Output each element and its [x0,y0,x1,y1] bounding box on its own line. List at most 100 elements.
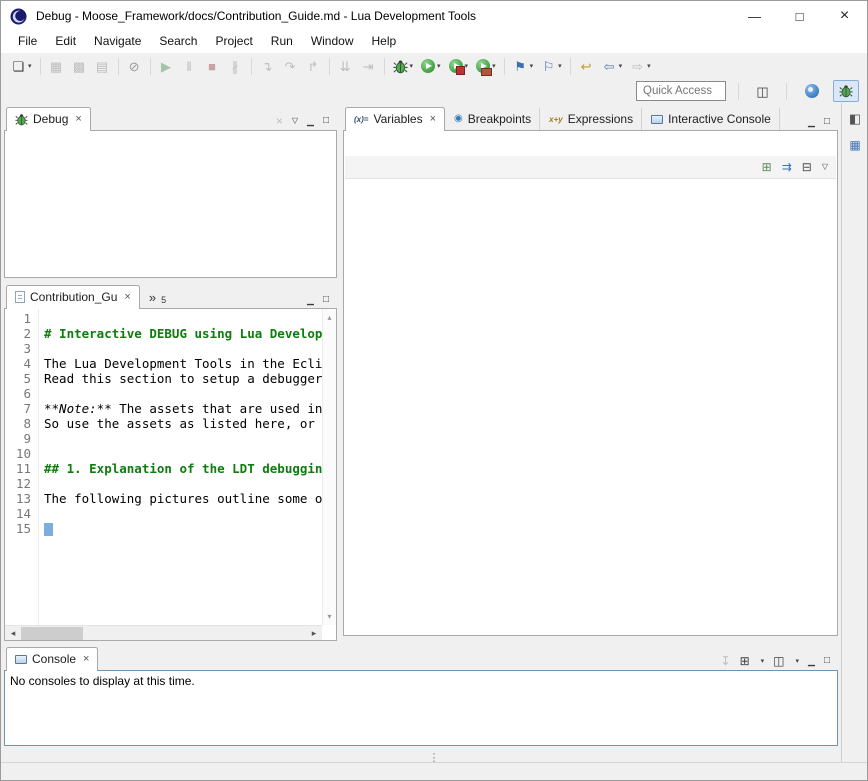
scroll-down-icon[interactable]: ▾ [327,612,331,621]
minimize-icon[interactable]: ▁ [307,296,314,305]
code-line[interactable] [44,506,322,521]
line-number[interactable]: 1 [5,311,38,326]
step-into-button[interactable]: ↴ [257,55,278,77]
tab-contribution-guide[interactable]: Contribution_Gu × [6,285,140,309]
close-icon[interactable]: × [430,113,436,125]
minimize-icon[interactable]: ▁ [808,657,815,666]
code-line[interactable] [44,446,322,461]
horizontal-scrollbar[interactable]: ◂ ▸ [5,625,322,640]
tab-interactive-console[interactable]: Interactive Console [642,107,780,130]
scroll-left-icon[interactable]: ◂ [5,628,21,639]
code-line[interactable]: # Interactive DEBUG using Lua Develop [44,326,322,341]
code-line[interactable] [44,311,322,326]
code-line[interactable] [44,521,322,536]
code-line[interactable]: So use the assets as listed here, or [44,416,322,431]
tab-variables[interactable]: (x)= Variables × [345,107,445,131]
line-number[interactable]: 15 [5,521,38,536]
terminate-button[interactable]: ■ [202,55,223,77]
maximize-icon[interactable]: □ [824,117,830,127]
menu-help[interactable]: Help [363,32,406,52]
scrollbar-thumb[interactable] [21,627,83,640]
window-minimize-button[interactable]: — [732,1,777,31]
resume-button[interactable]: ▶ [156,55,177,77]
disconnect-button[interactable]: ∦ [225,55,246,77]
tab-console[interactable]: Console × [6,647,98,671]
tab-breakpoints[interactable]: ◉ Breakpoints [445,107,540,130]
scroll-up-icon[interactable]: ▴ [327,313,331,322]
minimize-icon[interactable]: ▁ [808,118,815,127]
next-annotation-button[interactable]: ⚑▾ [510,55,537,77]
line-number[interactable]: 14 [5,506,38,521]
line-number[interactable]: 5 [5,371,38,386]
code-line[interactable]: Read this section to setup a debugger [44,371,322,386]
code-line[interactable]: The Lua Development Tools in the Ecli [44,356,322,371]
step-return-button[interactable]: ↱ [303,55,324,77]
previous-annotation-button[interactable]: ⚐▾ [538,55,565,77]
restore-minimized-view-icon[interactable]: ◧ [849,111,861,127]
maximize-icon[interactable]: □ [824,656,830,666]
collapse-all-icon[interactable]: ⊟ [802,161,812,173]
more-editors-chevron[interactable]: »5 [140,285,174,308]
menu-run[interactable]: Run [262,32,302,52]
menu-search[interactable]: Search [150,32,206,52]
print-button[interactable]: ▤ [92,55,113,77]
code-line[interactable]: The following pictures outline some o [44,491,322,506]
line-number[interactable]: 10 [5,446,38,461]
maximize-icon[interactable]: □ [323,116,329,126]
display-selected-console-icon[interactable]: ◫ [773,655,784,667]
dropdown-icon[interactable]: ▾ [437,62,441,70]
vertical-scrollbar[interactable]: ▴ ▾ [322,309,336,625]
close-icon[interactable]: × [83,653,89,665]
maximize-icon[interactable]: □ [323,295,329,305]
code-line[interactable]: ## 1. Explanation of the LDT debuggin [44,461,322,476]
line-number[interactable]: 12 [5,476,38,491]
line-number[interactable]: 9 [5,431,38,446]
step-over-button[interactable]: ↷ [280,55,301,77]
drop-to-frame-button[interactable]: ⇊ [335,55,356,77]
debug-perspective-button[interactable] [833,80,859,102]
menu-navigate[interactable]: Navigate [85,32,150,52]
remove-all-terminated-icon[interactable]: × [276,115,283,127]
pin-console-icon[interactable]: ↧ [721,655,731,667]
menu-file[interactable]: File [9,32,46,52]
close-icon[interactable]: × [75,113,81,125]
forward-button[interactable]: ⇨▾ [627,55,654,77]
run-button[interactable]: ▾ [418,55,444,77]
dropdown-icon[interactable]: ▾ [647,62,651,70]
lua-perspective-button[interactable] [799,80,825,102]
dropdown-icon[interactable]: ▾ [619,62,623,70]
dropdown-icon[interactable]: ▾ [530,62,534,70]
code-line[interactable] [44,386,322,401]
scroll-right-icon[interactable]: ▸ [306,628,322,639]
tab-expressions[interactable]: x+y Expressions [540,107,642,130]
menu-edit[interactable]: Edit [46,32,85,52]
line-number[interactable]: 6 [5,386,38,401]
menu-project[interactable]: Project [206,32,261,52]
open-perspective-button[interactable]: ◫ [752,80,773,102]
code-line[interactable] [44,476,322,491]
line-number[interactable]: 13 [5,491,38,506]
line-number[interactable]: 7 [5,401,38,416]
line-number[interactable]: 8 [5,416,38,431]
suspend-button[interactable]: ‖ [179,55,200,77]
dropdown-icon[interactable]: ▾ [410,62,414,70]
coverage-button[interactable]: ▾ [446,55,472,77]
dropdown-icon[interactable]: ▾ [28,62,32,70]
menu-window[interactable]: Window [302,32,363,52]
line-number[interactable]: 4 [5,356,38,371]
window-maximize-button[interactable]: □ [777,1,822,31]
new-button[interactable]: ❏▾ [8,55,35,77]
window-close-button[interactable]: × [822,1,867,31]
external-tools-button[interactable]: ▾ [473,55,499,77]
view-menu-icon[interactable]: ▽ [292,117,298,125]
code-area[interactable]: # Interactive DEBUG using Lua Develop Th… [39,309,322,625]
code-line[interactable] [44,341,322,356]
dropdown-icon[interactable]: ▾ [761,657,765,665]
line-number[interactable]: 2 [5,326,38,341]
dropdown-icon[interactable]: ▾ [796,657,800,665]
back-button[interactable]: ⇦▾ [599,55,626,77]
dropdown-icon[interactable]: ▾ [492,62,496,70]
dropdown-icon[interactable]: ▾ [465,62,469,70]
tab-debug[interactable]: Debug × [6,107,91,131]
last-edit-location-button[interactable]: ↩ [576,55,597,77]
